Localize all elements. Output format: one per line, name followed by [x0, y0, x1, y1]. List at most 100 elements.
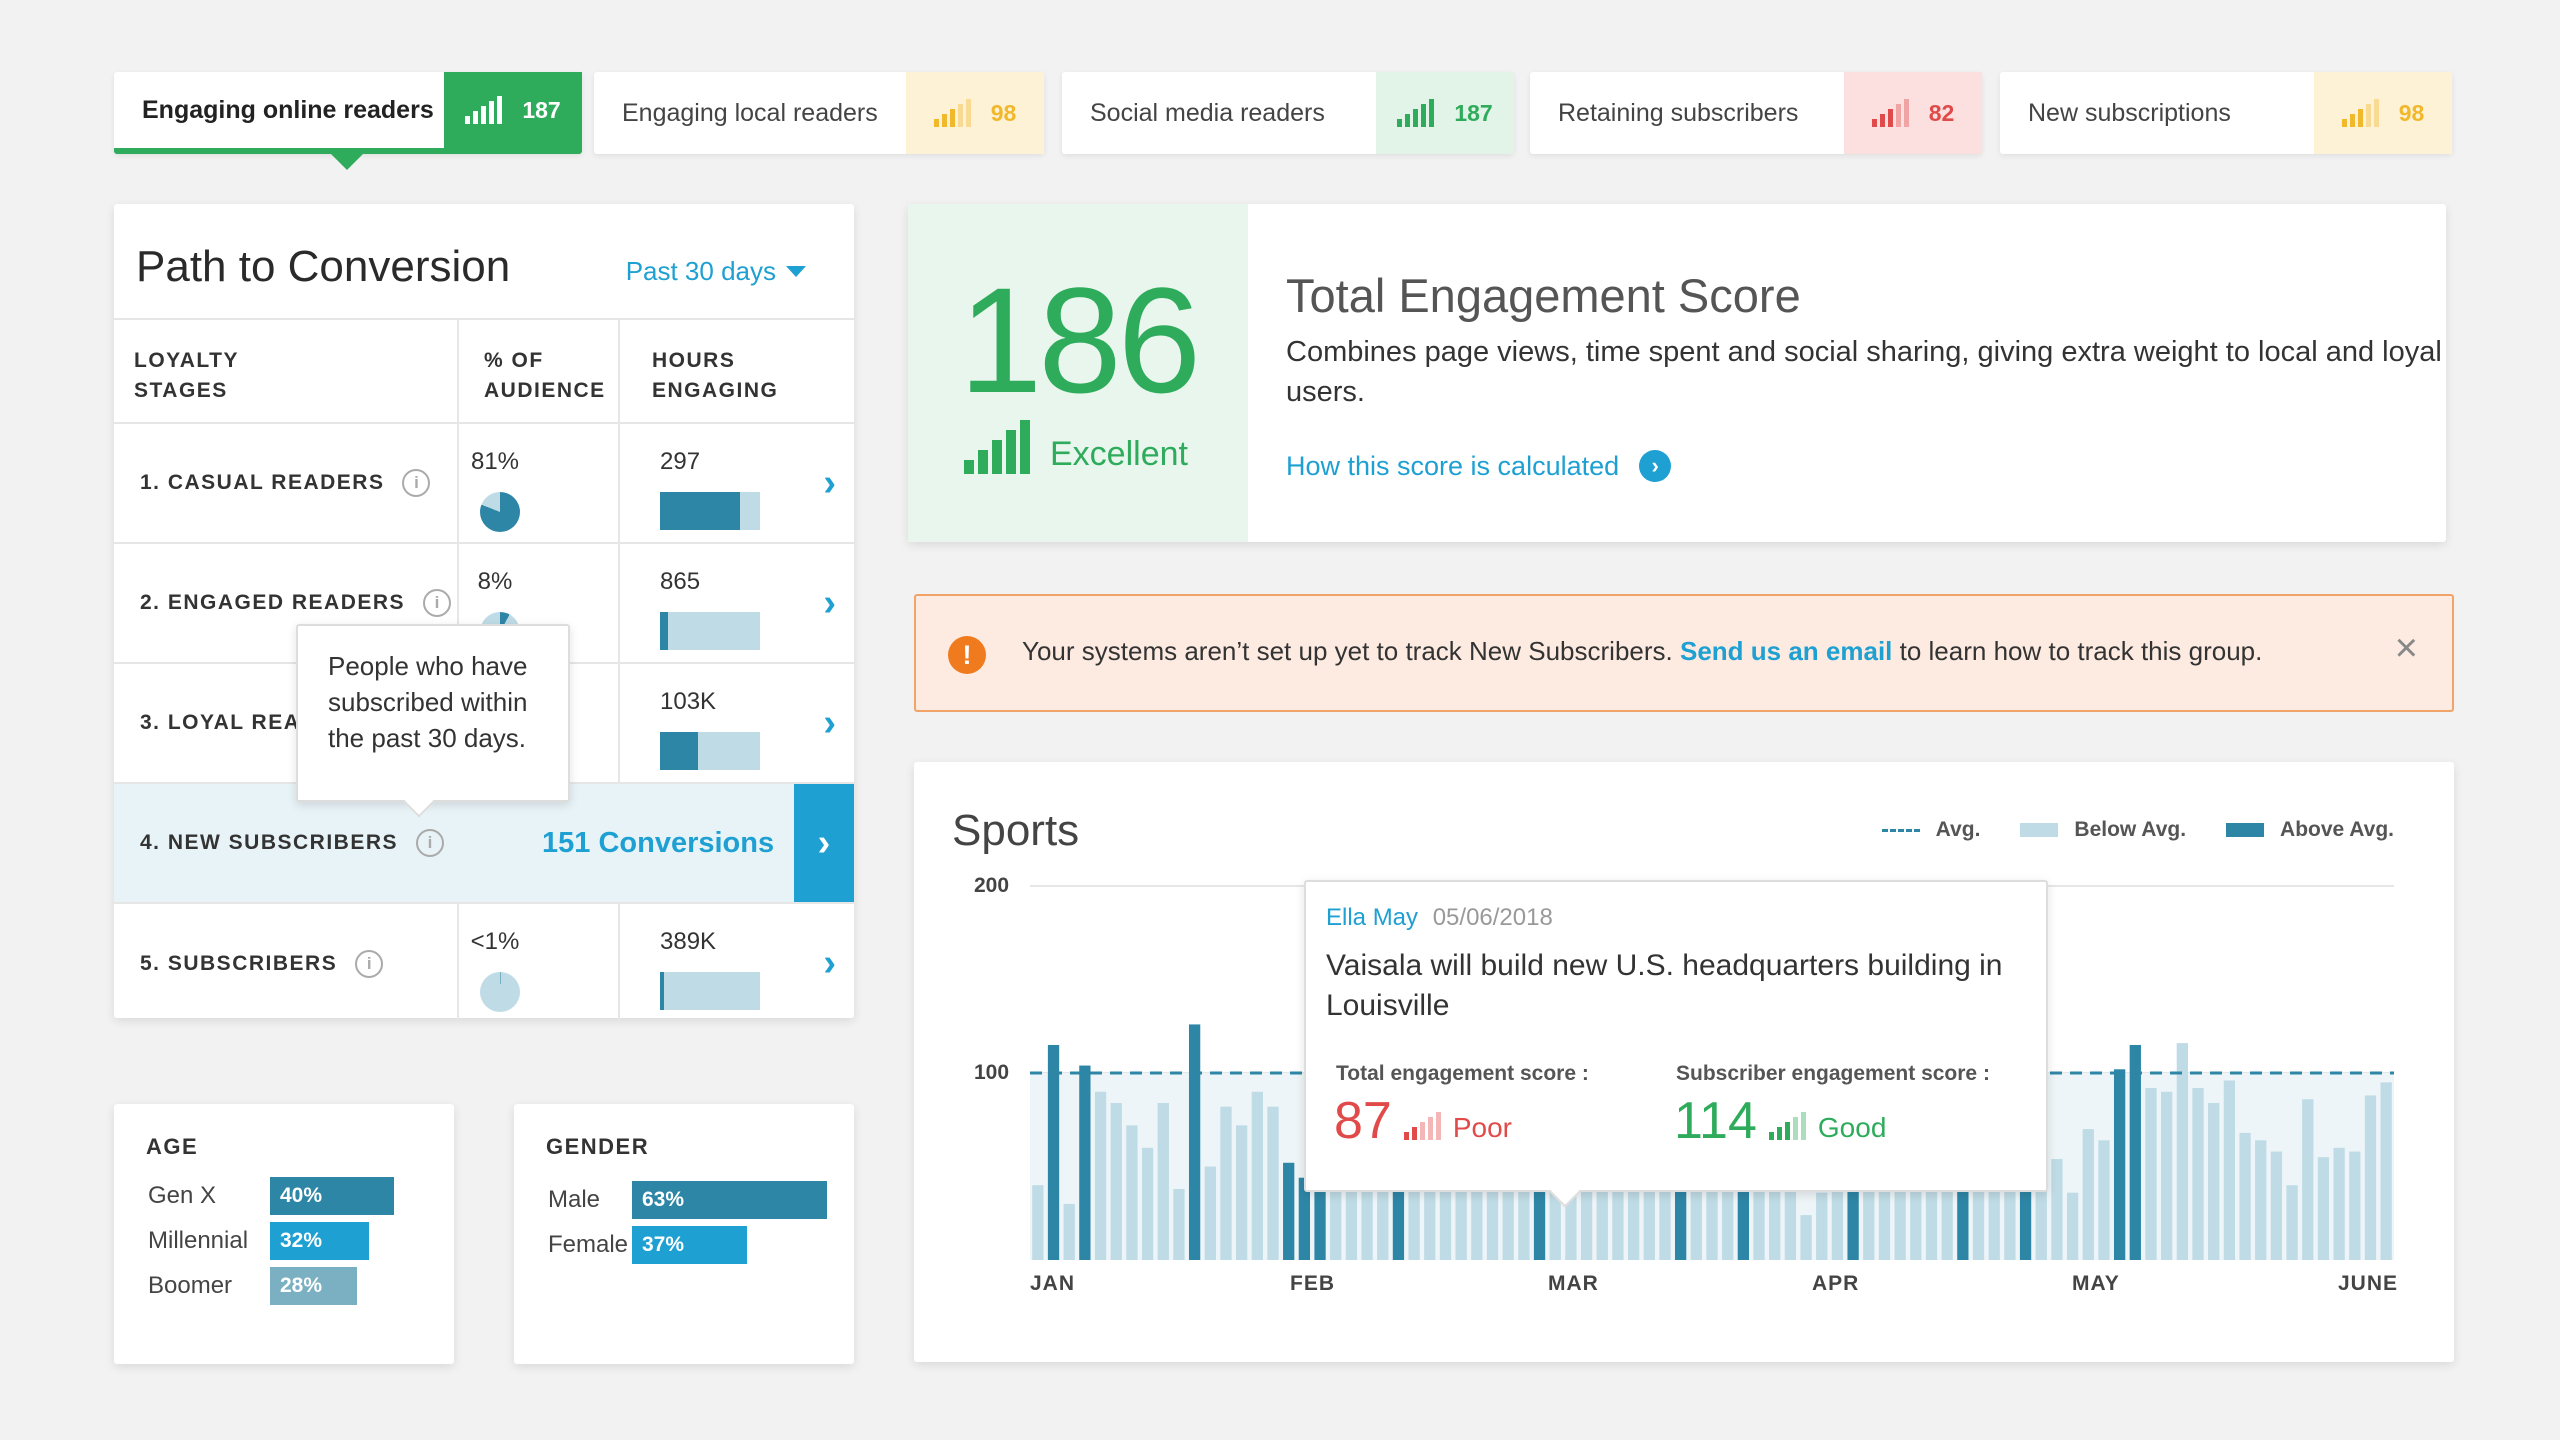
bar-below-average [2145, 1087, 2157, 1260]
info-tooltip-text: People who have subscribed within the pa… [328, 651, 528, 753]
chevron-right-icon[interactable]: › [823, 582, 836, 625]
signal-bars-icon [465, 96, 503, 124]
tab-retaining-subscribers[interactable]: Retaining subscribers 82 [1530, 72, 1982, 154]
hours-bar-fill [660, 612, 668, 650]
article-tooltip: Ella May 05/06/2018 Vaisala will build n… [1304, 880, 2048, 1208]
hours-bar-fill [660, 972, 664, 1010]
bar-below-average [2208, 1102, 2220, 1260]
x-tick-label: MAR [1548, 1272, 1599, 1295]
bar-below-average [2317, 1157, 2330, 1260]
total-engagement-value: 87 [1334, 1092, 1392, 1150]
bar-above-average [1047, 1044, 1060, 1260]
signal-bars-icon [1403, 1112, 1441, 1140]
article-meta: Ella May 05/06/2018 [1326, 904, 1553, 932]
bar-below-average [2066, 1192, 2079, 1260]
info-icon[interactable]: i [416, 829, 445, 857]
bar-below-average [2239, 1132, 2251, 1260]
bar-below-average [1220, 1106, 1232, 1260]
bar-above-average [2129, 1044, 2141, 1260]
header-loyalty-stages: LOYALTY STAGES [134, 349, 240, 402]
tab-label: Social media readers [1090, 98, 1325, 127]
chevron-right-icon[interactable]: › [823, 702, 836, 745]
article-author[interactable]: Ella May [1326, 904, 1418, 931]
x-tick-label: JUNE [2338, 1272, 2399, 1295]
x-tick-label: MAY [2072, 1272, 2120, 1295]
bar-below-average [1204, 1166, 1216, 1260]
chevron-right-icon[interactable]: › [823, 942, 836, 985]
score-title: Total Engagement Score [1286, 269, 1801, 322]
tab-score: 82 [1844, 72, 1982, 154]
info-icon[interactable]: i [423, 589, 452, 617]
score-link-label: How this score is calculated [1286, 450, 1620, 481]
stage-name: 1. CASUAL READERS i [140, 424, 431, 542]
stage-label: 5. SUBSCRIBERS [140, 952, 338, 975]
signal-bars-icon [964, 420, 1030, 474]
tab-score: 98 [906, 72, 1044, 154]
chevron-right-icon[interactable]: › [794, 784, 854, 902]
audience-pct: 81% [470, 448, 520, 475]
article-date: 05/06/2018 [1432, 904, 1553, 931]
bar-below-average [1173, 1188, 1185, 1260]
send-email-link[interactable]: Send us an email [1680, 636, 1892, 666]
path-to-conversion-card: Path to Conversion Past 30 days LOYALTY … [114, 204, 854, 1020]
bar-below-average [1706, 1181, 1718, 1260]
gender-label: Male [548, 1186, 601, 1213]
bar-below-average [2161, 1091, 2173, 1260]
info-icon[interactable]: i [402, 469, 431, 497]
audience-pie [480, 492, 520, 532]
age-card: AGE Gen X 40% Millennial 32% Boomer 28% [114, 1104, 454, 1364]
bar-below-average [2098, 1140, 2110, 1260]
tab-new-subscriptions[interactable]: New subscriptions 98 [2000, 72, 2452, 154]
tab-engaging-online-readers[interactable]: Engaging online readers 187 [114, 72, 582, 170]
bar-below-average [1063, 1203, 1075, 1260]
score-info-link[interactable]: How this score is calculated › [1286, 450, 1672, 482]
age-label: Gen X [148, 1182, 217, 1209]
hours-value: 389K [660, 928, 717, 955]
gender-title: GENDER [546, 1134, 650, 1159]
age-bar-value: 32% [280, 1229, 323, 1252]
article-headline[interactable]: Vaisala will build new U.S. headquarters… [1326, 946, 2006, 1026]
bar-below-average [1141, 1147, 1154, 1260]
x-tick-label: APR [1812, 1272, 1860, 1295]
tab-score-value: 98 [990, 99, 1017, 126]
bar-below-average [2349, 1151, 2361, 1260]
table-row[interactable]: 1. CASUAL READERS i 81% 297 › [114, 424, 854, 544]
hours-value: 865 [660, 568, 701, 595]
ptc-table-header: LOYALTY STAGES % OF AUDIENCE HOURS ENGAG… [114, 318, 854, 424]
circle-arrow-right-icon: › [1639, 450, 1672, 482]
sports-chart-card: Sports Avg. Below Avg. Above Avg. 200 10… [914, 762, 2454, 1362]
tab-score-value: 98 [2398, 99, 2425, 126]
gender-bar-value: 63% [642, 1188, 685, 1211]
tab-social-media-readers[interactable]: Social media readers 187 [1062, 72, 1514, 154]
caret-down-icon [786, 266, 806, 277]
hours-value: 297 [660, 448, 701, 475]
tab-score-value: 187 [1454, 99, 1493, 126]
period-dropdown[interactable]: Past 30 days [626, 256, 806, 287]
age-bar: 32% [270, 1222, 369, 1260]
header-audience: % OF AUDIENCE [484, 349, 606, 402]
tab-score: 187 [1376, 72, 1514, 154]
tab-label: Engaging local readers [622, 98, 878, 127]
warning-icon: ! [948, 636, 986, 674]
gender-bar: 37% [632, 1226, 747, 1264]
signal-bars-icon [2341, 99, 2379, 127]
table-row-selected[interactable]: 4. NEW SUBSCRIBERS i 151 Conversions › [114, 784, 854, 904]
alert-message: Your systems aren’t set up yet to track … [1022, 636, 2262, 667]
bar-below-average [1251, 1091, 1263, 1260]
bar-above-average [1533, 1181, 1546, 1260]
signal-bars-icon [1768, 1112, 1806, 1140]
table-row[interactable]: 5. SUBSCRIBERS i <1% 389K › [114, 904, 854, 1024]
audience-pie [480, 972, 520, 1012]
total-engagement-rating: Poor [1452, 1112, 1512, 1143]
tab-score-value: 82 [1928, 99, 1955, 126]
bar-below-average [1800, 1215, 1812, 1260]
age-title: AGE [146, 1134, 199, 1159]
info-icon[interactable]: i [355, 950, 384, 978]
hours-bar-fill [660, 492, 740, 530]
close-icon[interactable]: × [2395, 626, 2418, 671]
alert-text-before: Your systems aren’t set up yet to track … [1022, 636, 1673, 666]
age-label: Boomer [148, 1272, 233, 1299]
tab-engaging-local-readers[interactable]: Engaging local readers 98 [594, 72, 1044, 154]
gender-bar: 63% [632, 1181, 827, 1219]
chevron-right-icon[interactable]: › [823, 462, 836, 505]
